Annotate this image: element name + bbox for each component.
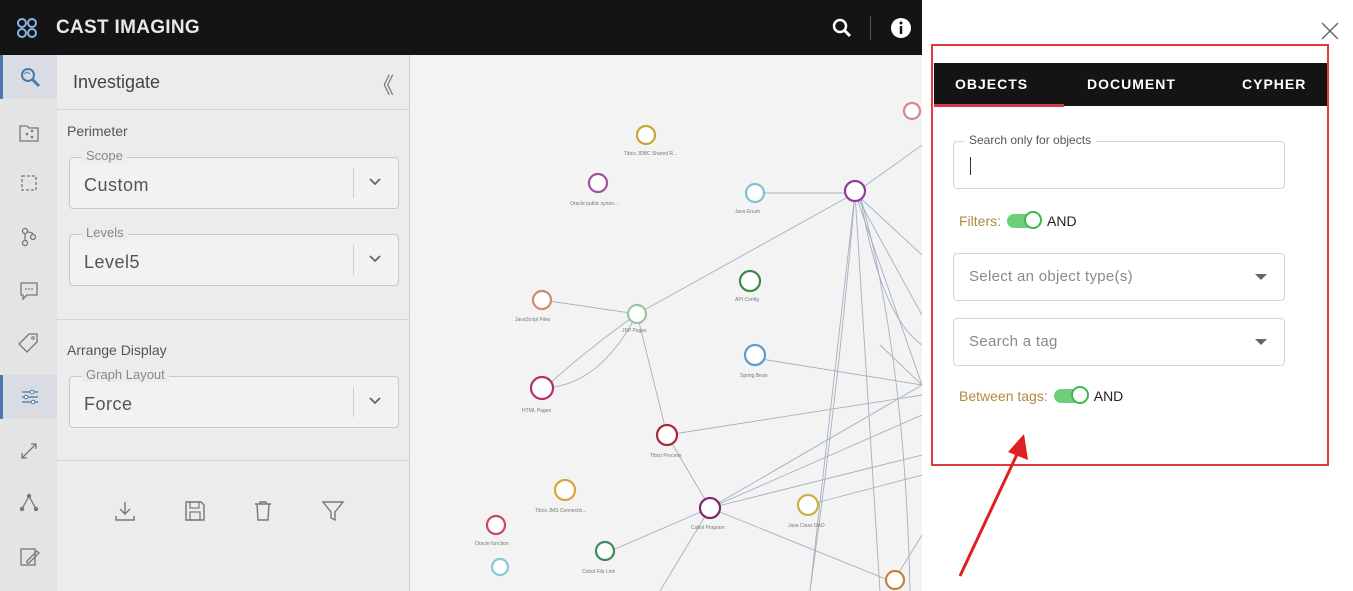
panel-title: Investigate	[73, 72, 161, 92]
tag-icon	[17, 333, 38, 353]
settings-sliders-tool[interactable]	[0, 375, 57, 419]
scope-legend: Scope	[82, 148, 127, 163]
settings-sliders-icon	[22, 389, 38, 405]
edit-icon	[19, 548, 40, 566]
scope-select[interactable]: Scope Custom	[69, 148, 399, 209]
tag-tool[interactable]	[0, 321, 57, 365]
comment-tool[interactable]	[0, 269, 57, 313]
graph-canvas[interactable]: Tibco JDBC Shared R... Oracle public syn…	[410, 55, 922, 591]
info-icon[interactable]	[890, 17, 912, 39]
graph-tool[interactable]	[0, 481, 57, 525]
trash-icon[interactable]	[250, 498, 276, 524]
chevron-down-icon	[369, 397, 381, 405]
select-separator	[353, 387, 354, 417]
selection-icon	[20, 175, 37, 191]
graph-node-label: Java Enum	[735, 209, 760, 215]
app-title: CAST IMAGING	[56, 17, 200, 38]
graph-node-label: Oracle function	[475, 541, 509, 547]
scope-value: Custom	[84, 175, 150, 195]
graph-layout-value: Force	[84, 394, 133, 414]
graph-node-label: Tibco JMS Connectio...	[535, 508, 587, 514]
section-divider	[57, 319, 409, 320]
graph-layout-select[interactable]: Graph Layout Force	[69, 367, 399, 428]
graph-node-label: Java Class DAO	[788, 523, 825, 529]
graph-svg: Tibco JDBC Shared R... Oracle public syn…	[475, 101, 922, 591]
levels-select[interactable]: Levels Level5	[69, 225, 399, 286]
chevron-down-icon	[369, 255, 381, 263]
perimeter-label: Perimeter	[67, 123, 128, 139]
graph-icon	[19, 493, 38, 512]
edit-tool[interactable]	[0, 535, 57, 579]
graph-node-label: Cobol Program	[691, 525, 725, 531]
panel-actions	[112, 498, 352, 528]
folder-share-icon	[18, 125, 39, 142]
graph-node-label: Tibco Process	[650, 453, 682, 459]
graph-node-label: JSP Pages	[622, 328, 647, 334]
select-separator	[353, 245, 354, 275]
close-icon[interactable]	[1319, 20, 1341, 42]
investigate-icon	[21, 68, 41, 88]
graph-node-label: HTML Pages	[522, 408, 551, 414]
graph-node-label: Tibco JDBC Shared R...	[624, 151, 677, 157]
select-separator	[353, 168, 354, 198]
left-icon-bar	[0, 55, 58, 591]
graph-node-label: Cobol File Link	[582, 569, 616, 575]
levels-value: Level5	[84, 252, 141, 272]
graph-node-label: Oracle public synon...	[570, 201, 618, 207]
annotation-arrow-icon	[958, 434, 1028, 577]
filter-icon[interactable]	[320, 498, 346, 524]
search-icon[interactable]	[830, 16, 854, 40]
investigate-tool[interactable]	[0, 55, 57, 99]
cast-logo-icon	[17, 18, 37, 38]
section-divider	[57, 460, 409, 461]
selection-tool[interactable]	[0, 161, 57, 205]
app-window: CAST IMAGING Investigate 《 Perimeter Sco…	[0, 0, 922, 591]
collapse-panel-icon[interactable]: 《	[372, 68, 394, 100]
toolbar-separator	[870, 16, 871, 40]
top-bar: CAST IMAGING	[0, 0, 922, 55]
folder-share-tool[interactable]	[0, 111, 57, 155]
chevron-down-icon	[369, 178, 381, 186]
graph-node-label: API Config	[735, 297, 759, 303]
graph-node-label: Spring Bean	[740, 373, 768, 379]
workflow-icon	[21, 227, 36, 247]
workflow-tool[interactable]	[0, 215, 57, 259]
expand-tool[interactable]	[0, 429, 57, 473]
comment-icon	[19, 282, 38, 301]
download-icon[interactable]	[112, 498, 138, 524]
graph-layout-legend: Graph Layout	[82, 367, 169, 382]
graph-node-label: JavaScript Files	[515, 317, 551, 323]
expand-icon	[20, 443, 37, 459]
panel-header: Investigate 《	[57, 55, 409, 110]
highlight-box	[931, 44, 1329, 466]
levels-legend: Levels	[82, 225, 128, 240]
arrange-display-label: Arrange Display	[67, 342, 167, 358]
save-icon[interactable]	[182, 498, 208, 524]
investigate-panel: Investigate 《 Perimeter Scope Custom Lev…	[57, 55, 410, 591]
